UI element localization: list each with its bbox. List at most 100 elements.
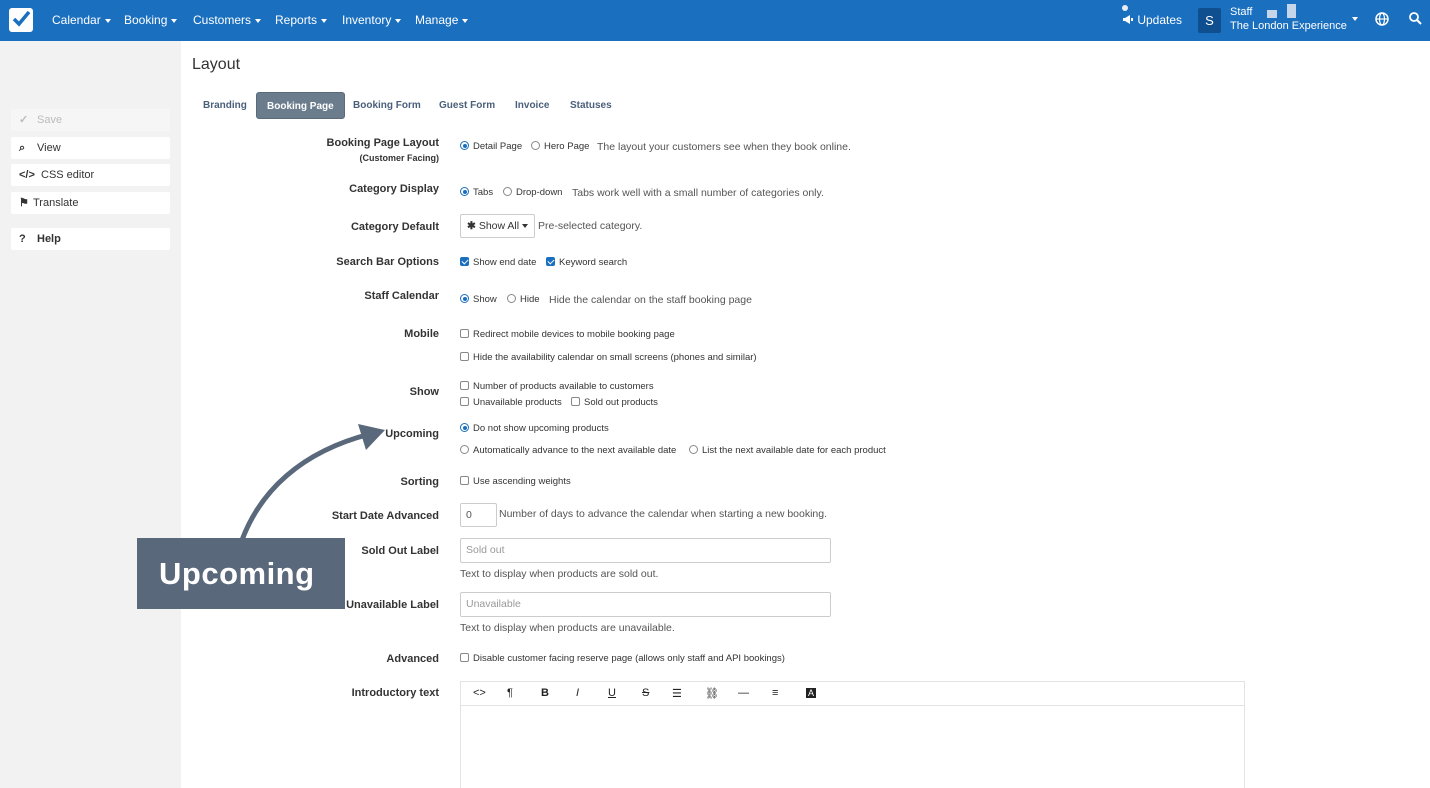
paragraph-icon[interactable]: ¶: [507, 687, 513, 699]
tab-guest-form[interactable]: Guest Form: [429, 92, 505, 119]
radio-icon: [460, 445, 469, 454]
sold-out-help: Text to display when products are sold o…: [460, 568, 659, 580]
tab-booking-page[interactable]: Booking Page: [256, 92, 345, 119]
number-products-checkbox[interactable]: Number of products available to customer…: [460, 381, 654, 392]
checkbox-icon: [546, 257, 555, 266]
css-editor-button[interactable]: </> CSS editor: [11, 164, 170, 186]
category-display-help: Tabs work well with a small number of ca…: [572, 187, 824, 199]
chevron-down-icon: [522, 224, 529, 229]
notification-dot: [1122, 5, 1128, 11]
checkbox-icon: [571, 397, 580, 406]
disable-reserve-checkbox[interactable]: Disable customer facing reserve page (al…: [460, 653, 785, 664]
unavailable-input[interactable]: Unavailable: [460, 592, 831, 617]
category-dropdown-radio[interactable]: Drop-down: [503, 187, 562, 198]
layout-hero-radio[interactable]: Hero Page: [531, 141, 589, 152]
radio-icon: [503, 187, 512, 196]
code-icon: </>: [19, 169, 35, 181]
sorting-label: Sorting: [400, 476, 440, 488]
link-icon[interactable]: ⛓: [705, 687, 719, 700]
search-icon[interactable]: [1409, 12, 1422, 25]
start-date-input[interactable]: 0: [460, 503, 497, 527]
horizontal-rule-icon[interactable]: —: [738, 687, 749, 699]
checkbox-icon: [460, 329, 469, 338]
view-button[interactable]: ⌕ View: [11, 137, 170, 159]
check-logo-icon[interactable]: [9, 8, 33, 32]
advanced-label: Advanced: [386, 653, 439, 665]
tab-booking-form[interactable]: Booking Form: [343, 92, 431, 119]
checkbox-icon: [460, 352, 469, 361]
category-default-select[interactable]: ✱ Show All: [460, 214, 535, 238]
layout-label: Booking Page Layout: [326, 137, 439, 149]
ascending-weights-checkbox[interactable]: Use ascending weights: [460, 476, 571, 487]
avatar[interactable]: S: [1198, 8, 1221, 33]
upcoming-label: Upcoming: [385, 428, 439, 440]
show-end-date-checkbox[interactable]: Show end date: [460, 257, 536, 268]
code-view-icon[interactable]: <>: [473, 687, 486, 699]
staff-calendar-help: Hide the calendar on the staff booking p…: [549, 294, 752, 306]
save-button[interactable]: ✓ Save: [11, 109, 170, 131]
keyword-search-checkbox[interactable]: Keyword search: [546, 257, 627, 268]
layout-detail-radio[interactable]: Detail Page: [460, 141, 522, 152]
upcoming-advance-radio[interactable]: Automatically advance to the next availa…: [460, 445, 676, 456]
layout-help: The layout your customers see when they …: [597, 141, 851, 153]
text-color-icon[interactable]: A: [806, 688, 817, 698]
unavailable-label: Unavailable Label: [346, 599, 439, 611]
chevron-down-icon: [321, 18, 328, 23]
tab-statuses[interactable]: Statuses: [560, 92, 622, 119]
checkbox-icon: [460, 381, 469, 390]
align-icon[interactable]: ≡: [772, 687, 778, 699]
hide-calendar-small-checkbox[interactable]: Hide the availability calendar on small …: [460, 352, 757, 363]
staff-name[interactable]: Staff: [1230, 6, 1252, 18]
tab-invoice[interactable]: Invoice: [505, 92, 559, 119]
chevron-down-icon: [255, 18, 262, 23]
nav-manage[interactable]: Manage: [415, 13, 469, 27]
question-icon: ?: [19, 233, 26, 245]
redacted-block: [1267, 10, 1277, 18]
mobile-label: Mobile: [404, 328, 439, 340]
nav-booking[interactable]: Booking: [124, 13, 178, 27]
redirect-mobile-checkbox[interactable]: Redirect mobile devices to mobile bookin…: [460, 329, 675, 340]
search-icon: ⌕: [19, 142, 26, 154]
intro-label: Introductory text: [351, 687, 439, 699]
nav-reports[interactable]: Reports: [275, 13, 328, 27]
radio-icon: [507, 294, 516, 303]
megaphone-icon: [1123, 15, 1133, 24]
upcoming-none-radio[interactable]: Do not show upcoming products: [460, 423, 609, 434]
staff-calendar-show-radio[interactable]: Show: [460, 294, 497, 305]
chevron-down-icon[interactable]: [1352, 17, 1358, 21]
unavailable-help: Text to display when products are unavai…: [460, 622, 675, 634]
checkbox-icon: [460, 397, 469, 406]
editor-toolbar: <> ¶ B I U S ☰ ⛓ — ≡ A: [461, 682, 1244, 706]
sold-out-products-checkbox[interactable]: Sold out products: [571, 397, 658, 408]
strikethrough-icon[interactable]: S: [642, 687, 649, 699]
translate-button[interactable]: ⚑ Translate: [11, 192, 170, 214]
staff-calendar-label: Staff Calendar: [364, 290, 439, 302]
nav-calendar[interactable]: Calendar: [52, 13, 111, 27]
category-default-label: Category Default: [350, 221, 439, 233]
nav-customers[interactable]: Customers: [193, 13, 262, 27]
globe-icon[interactable]: [1375, 12, 1389, 26]
unavailable-products-checkbox[interactable]: Unavailable products: [460, 397, 562, 408]
category-tabs-radio[interactable]: Tabs: [460, 187, 493, 198]
upcoming-list-radio[interactable]: List the next available date for each pr…: [689, 445, 886, 456]
updates-button[interactable]: Updates: [1122, 13, 1182, 27]
page-title: Layout: [192, 56, 241, 73]
chevron-down-icon: [171, 18, 178, 23]
layout-sublabel: (Customer Facing): [359, 153, 439, 163]
staff-calendar-hide-radio[interactable]: Hide: [507, 294, 540, 305]
list-icon[interactable]: ☰: [672, 687, 682, 700]
radio-icon: [460, 294, 469, 303]
check-icon: ✓: [19, 114, 29, 126]
underline-icon[interactable]: U: [608, 687, 616, 699]
sold-out-input[interactable]: Sold out: [460, 538, 831, 563]
nav-inventory[interactable]: Inventory: [342, 13, 402, 27]
org-name[interactable]: The London Experience: [1230, 20, 1347, 32]
top-navbar: Calendar Booking Customers Reports Inven…: [0, 0, 1430, 41]
bold-icon[interactable]: B: [541, 687, 549, 699]
chevron-down-icon: [462, 18, 469, 23]
help-button[interactable]: ? Help: [11, 228, 170, 250]
italic-icon[interactable]: I: [576, 687, 579, 699]
tab-branding[interactable]: Branding: [193, 92, 257, 119]
intro-editor[interactable]: <> ¶ B I U S ☰ ⛓ — ≡ A: [460, 681, 1245, 788]
upcoming-callout: Upcoming: [137, 538, 345, 609]
